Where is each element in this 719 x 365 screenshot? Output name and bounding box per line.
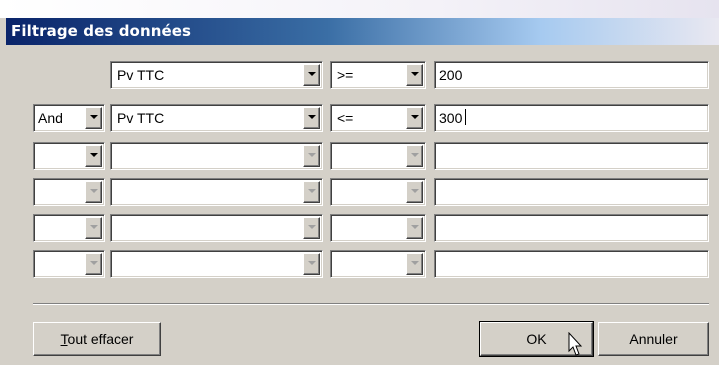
operator-combo-dropdown-button [406,145,423,167]
chevron-down-icon [308,153,316,157]
chevron-down-icon [90,153,98,157]
chevron-down-icon [308,261,316,265]
field-combo-row-1[interactable]: Pv TTC [110,61,323,89]
value-field-row-4 [434,178,709,206]
chevron-down-icon [411,153,419,157]
logic-combo-value: And [38,110,63,126]
chevron-down-icon [411,225,419,229]
field-combo-dropdown-button [303,253,320,275]
value-field-row-6 [434,250,709,278]
window-title: Filtrage des données [11,22,192,40]
chevron-down-icon [411,72,419,76]
value-field-row-2[interactable]: 300 [434,104,709,132]
chevron-down-icon [308,225,316,229]
field-combo-value: Pv TTC [117,67,165,83]
operator-combo-value: <= [337,110,354,126]
clear-all-label: out effacer [67,331,134,347]
field-combo-row-2[interactable]: Pv TTC [110,104,323,132]
chevron-down-icon [90,189,98,193]
clear-all-accelerator: T [60,331,68,347]
chevron-down-icon [411,115,419,119]
operator-combo-value: >= [337,67,354,83]
operator-combo-row-5 [330,214,426,242]
chevron-down-icon [308,72,316,76]
value-field-row-5 [434,214,709,242]
cancel-label: Annuler [629,331,678,347]
field-combo-dropdown-button [303,181,320,203]
value-field-text: 200 [439,67,463,83]
operator-combo-row-6 [330,250,426,278]
logic-combo-dropdown-button[interactable] [85,107,102,129]
logic-combo-row-6 [33,250,105,278]
operator-combo-row-4 [330,178,426,206]
field-combo-dropdown-button [303,145,320,167]
operator-combo-row-2[interactable]: <= [330,104,426,132]
clear-all-button[interactable]: Tout effacer [33,322,161,356]
field-combo-row-5 [110,214,323,242]
chevron-down-icon [308,189,316,193]
logic-combo-dropdown-button [85,253,102,275]
chevron-down-icon [411,261,419,265]
field-combo-dropdown-button [303,217,320,239]
logic-combo-row-4 [33,178,105,206]
logic-combo-row-3[interactable] [33,142,105,170]
field-combo-row-3 [110,142,323,170]
separator-line [33,303,709,305]
field-combo-row-4 [110,178,323,206]
logic-combo-row-2[interactable]: And [33,104,105,132]
operator-combo-row-1[interactable]: >= [330,61,426,89]
operator-combo-row-3 [330,142,426,170]
chevron-down-icon [308,115,316,119]
ok-label: OK [526,331,547,347]
value-field-row-3 [434,142,709,170]
cancel-button[interactable]: Annuler [598,322,709,356]
operator-combo-dropdown-button [406,253,423,275]
operator-combo-dropdown-button[interactable] [406,107,423,129]
field-combo-dropdown-button[interactable] [303,107,320,129]
value-field-text: 300 [439,110,463,126]
chevron-down-icon [90,261,98,265]
field-combo-row-6 [110,250,323,278]
logic-combo-dropdown-button [85,181,102,203]
field-combo-dropdown-button[interactable] [303,64,320,86]
field-combo-value: Pv TTC [117,110,165,126]
value-field-row-1[interactable]: 200 [434,61,709,89]
title-bar[interactable]: Filtrage des données [6,18,719,45]
logic-combo-dropdown-button[interactable] [85,145,102,167]
chevron-down-icon [90,115,98,119]
operator-combo-dropdown-button [406,181,423,203]
chevron-down-icon [411,189,419,193]
text-caret [465,109,466,125]
mouse-pointer-icon [568,332,583,356]
operator-combo-dropdown-button [406,217,423,239]
logic-combo-row-5 [33,214,105,242]
logic-combo-dropdown-button [85,217,102,239]
background-band [0,0,719,18]
operator-combo-dropdown-button[interactable] [406,64,423,86]
chevron-down-icon [90,225,98,229]
